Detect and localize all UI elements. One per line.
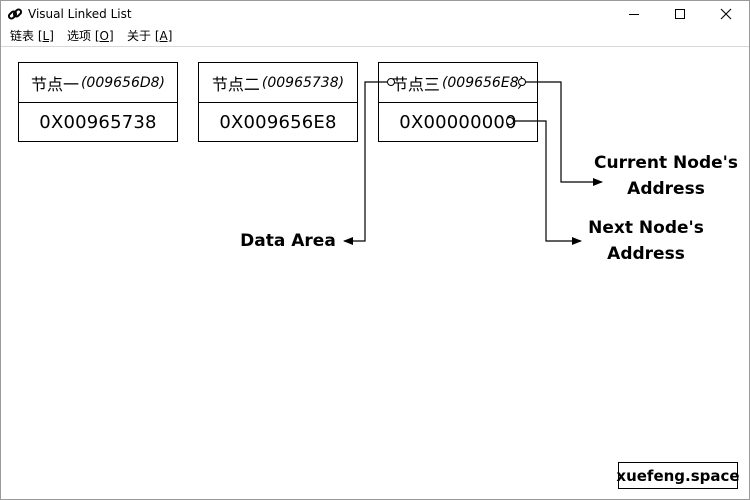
minimize-icon [629, 14, 639, 15]
node-header: 节点三 (009656E8) [379, 63, 537, 103]
app-window: Visual Linked List 链表 [L] 选项 [O] 关于 [A] … [0, 0, 750, 500]
node-name: 节点一 [30, 74, 79, 94]
close-icon [720, 8, 732, 20]
node-name: 节点二 [211, 74, 260, 94]
minimize-button[interactable] [611, 1, 657, 27]
window-title: Visual Linked List [28, 7, 132, 21]
list-node-2[interactable]: 节点二 (00965738) 0X009656E8 [198, 62, 358, 142]
menu-bar: 链表 [L] 选项 [O] 关于 [A] [1, 27, 749, 46]
maximize-icon [675, 9, 685, 19]
node-header: 节点一 (009656D8) [19, 63, 177, 103]
node-next-pointer: 0X00965738 [39, 111, 157, 133]
node-address: (00965738) [261, 74, 345, 91]
close-button[interactable] [703, 1, 749, 27]
menu-options[interactable]: 选项 [O] [67, 28, 114, 44]
data-area-label: Data Area [240, 231, 336, 251]
list-node-1[interactable]: 节点一 (009656D8) 0X00965738 [18, 62, 178, 142]
current-node-address-label: Current Node's Address [594, 153, 738, 199]
node-header: 节点二 (00965738) [199, 63, 357, 103]
node-name: 节点三 [391, 74, 440, 94]
list-node-3[interactable]: 节点三 (009656E8) 0X00000000 [378, 62, 538, 142]
menu-about[interactable]: 关于 [A] [127, 28, 172, 44]
next-node-address-label: Next Node's Address [588, 218, 704, 264]
node-address: (009656E8) [441, 74, 525, 91]
node-address: (009656D8) [80, 74, 166, 91]
node-next-pointer: 0X009656E8 [219, 111, 337, 133]
node-next-pointer: 0X00000000 [399, 111, 517, 133]
chain-link-icon [7, 6, 23, 22]
menu-divider [1, 46, 749, 47]
watermark-badge: xuefeng.space [616, 462, 740, 489]
title-bar[interactable]: Visual Linked List [1, 1, 749, 27]
menu-linked-list[interactable]: 链表 [L] [10, 28, 54, 44]
maximize-button[interactable] [657, 1, 703, 27]
